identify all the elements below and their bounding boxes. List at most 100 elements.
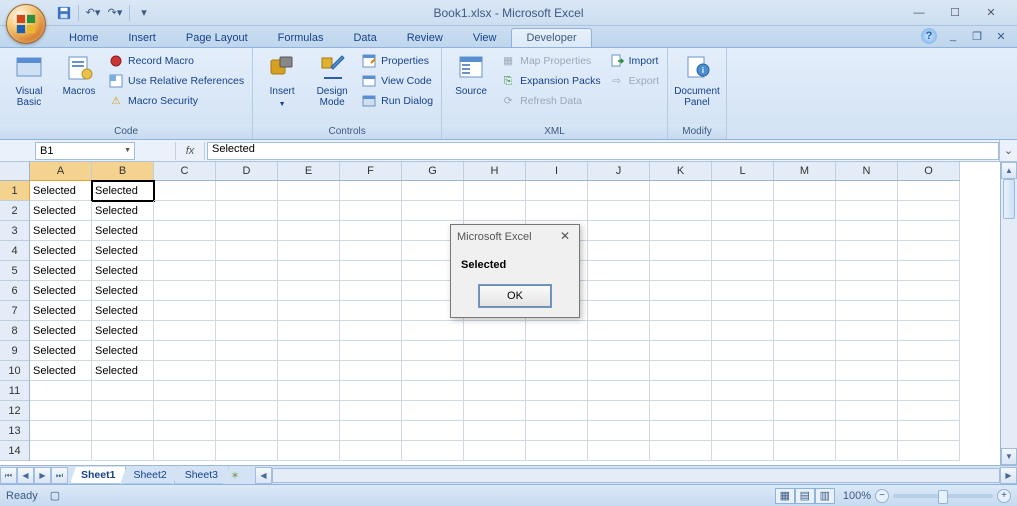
cell[interactable] xyxy=(650,201,712,221)
tab-insert[interactable]: Insert xyxy=(113,28,171,47)
cell[interactable] xyxy=(278,181,340,201)
row-header[interactable]: 5 xyxy=(0,261,29,281)
cell[interactable] xyxy=(464,181,526,201)
fx-icon[interactable]: fx xyxy=(175,142,205,160)
cell[interactable] xyxy=(836,361,898,381)
cell[interactable] xyxy=(650,421,712,441)
cell[interactable] xyxy=(464,441,526,461)
cell[interactable]: Selected xyxy=(30,321,92,341)
ok-button[interactable]: OK xyxy=(479,285,551,307)
help-icon[interactable]: ? xyxy=(921,28,937,44)
cell[interactable] xyxy=(402,361,464,381)
sheet-tab-sheet3[interactable]: Sheet3 xyxy=(174,467,229,484)
column-header[interactable]: D xyxy=(216,162,278,180)
cell[interactable]: Selected xyxy=(92,341,154,361)
cell[interactable] xyxy=(92,381,154,401)
cell[interactable]: Selected xyxy=(92,281,154,301)
scroll-thumb[interactable] xyxy=(1003,179,1015,219)
cell[interactable] xyxy=(402,441,464,461)
cell[interactable] xyxy=(216,241,278,261)
row-header[interactable]: 9 xyxy=(0,341,29,361)
cell[interactable] xyxy=(216,441,278,461)
column-header[interactable]: M xyxy=(774,162,836,180)
xml-source-button[interactable]: Source xyxy=(448,52,494,97)
cell[interactable] xyxy=(154,221,216,241)
cell[interactable] xyxy=(154,381,216,401)
sheet-tab-sheet1[interactable]: Sheet1 xyxy=(70,467,126,484)
tab-view[interactable]: View xyxy=(458,28,512,47)
cell[interactable] xyxy=(92,441,154,461)
cell[interactable] xyxy=(154,241,216,261)
cell[interactable] xyxy=(898,281,960,301)
sheet-tab-sheet2[interactable]: Sheet2 xyxy=(122,467,177,484)
cell[interactable] xyxy=(92,421,154,441)
cell[interactable] xyxy=(588,181,650,201)
cell[interactable] xyxy=(216,201,278,221)
properties-button[interactable]: Properties xyxy=(359,52,435,70)
cell[interactable] xyxy=(774,281,836,301)
cell[interactable] xyxy=(340,281,402,301)
cell[interactable] xyxy=(836,301,898,321)
cell[interactable] xyxy=(836,441,898,461)
cell[interactable] xyxy=(30,401,92,421)
cell[interactable] xyxy=(154,301,216,321)
cell[interactable]: Selected xyxy=(92,241,154,261)
cell[interactable] xyxy=(774,441,836,461)
cell[interactable] xyxy=(278,401,340,421)
cell[interactable] xyxy=(588,241,650,261)
cell[interactable] xyxy=(340,341,402,361)
prev-sheet-icon[interactable]: ◀ xyxy=(17,467,34,484)
cell[interactable] xyxy=(526,201,588,221)
cell[interactable] xyxy=(154,321,216,341)
cell[interactable] xyxy=(898,181,960,201)
cell[interactable] xyxy=(712,241,774,261)
cell[interactable] xyxy=(712,341,774,361)
cell[interactable] xyxy=(526,361,588,381)
row-header[interactable]: 11 xyxy=(0,381,29,401)
cell[interactable]: Selected xyxy=(30,261,92,281)
zoom-level[interactable]: 100% xyxy=(843,490,871,502)
cell[interactable]: Selected xyxy=(30,361,92,381)
cell[interactable] xyxy=(588,341,650,361)
cell[interactable] xyxy=(774,401,836,421)
cell[interactable] xyxy=(154,261,216,281)
cell[interactable] xyxy=(836,261,898,281)
name-box[interactable]: B1 xyxy=(35,142,135,160)
cell[interactable] xyxy=(154,341,216,361)
cell[interactable] xyxy=(898,241,960,261)
cell[interactable] xyxy=(216,421,278,441)
tab-home[interactable]: Home xyxy=(54,28,113,47)
expansion-packs-button[interactable]: ⎘Expansion Packs xyxy=(498,72,603,90)
column-header[interactable]: G xyxy=(402,162,464,180)
cell[interactable] xyxy=(650,441,712,461)
cell[interactable] xyxy=(340,301,402,321)
cell[interactable] xyxy=(588,321,650,341)
column-header[interactable]: O xyxy=(898,162,960,180)
cell[interactable] xyxy=(216,221,278,241)
cell[interactable] xyxy=(154,421,216,441)
cell[interactable] xyxy=(650,261,712,281)
cell[interactable] xyxy=(898,441,960,461)
cell[interactable]: Selected xyxy=(92,361,154,381)
cell[interactable] xyxy=(278,321,340,341)
select-all-corner[interactable] xyxy=(0,162,30,181)
cell[interactable] xyxy=(464,401,526,421)
row-header[interactable]: 14 xyxy=(0,441,29,461)
run-dialog-button[interactable]: Run Dialog xyxy=(359,92,435,110)
page-break-view-icon[interactable]: ▥ xyxy=(815,488,835,504)
page-layout-view-icon[interactable]: ▤ xyxy=(795,488,815,504)
undo-icon[interactable]: ↶▾ xyxy=(83,3,103,23)
cell[interactable] xyxy=(402,181,464,201)
cell[interactable]: Selected xyxy=(30,301,92,321)
cell[interactable] xyxy=(278,381,340,401)
scroll-up-icon[interactable]: ▲ xyxy=(1001,162,1017,179)
row-header[interactable]: 6 xyxy=(0,281,29,301)
cell[interactable] xyxy=(464,421,526,441)
cell[interactable] xyxy=(898,301,960,321)
use-relative-references-button[interactable]: Use Relative References xyxy=(106,72,246,90)
cell[interactable] xyxy=(154,201,216,221)
formula-bar-expand-icon[interactable]: ⌄ xyxy=(999,140,1017,161)
cell[interactable]: Selected xyxy=(30,181,92,201)
cell[interactable] xyxy=(154,401,216,421)
zoom-slider[interactable] xyxy=(893,494,993,498)
